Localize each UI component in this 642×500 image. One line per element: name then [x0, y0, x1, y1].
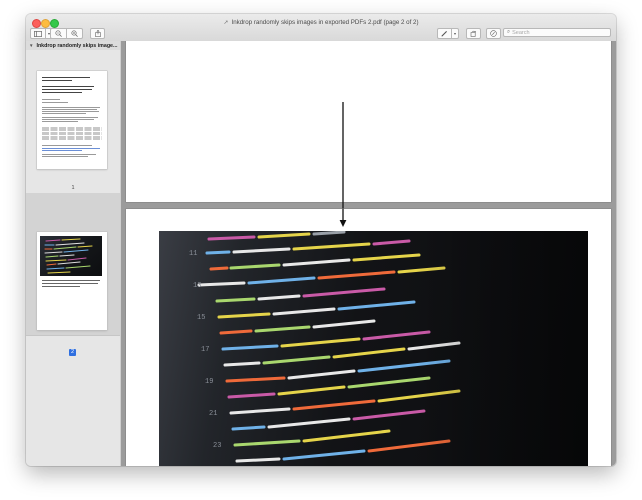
code-photo-thumbnail — [40, 236, 102, 276]
zoom-out-icon — [55, 30, 62, 37]
sidebar-document-title: Inkdrop randomly skips image... — [36, 42, 118, 49]
search-input[interactable] — [512, 28, 603, 37]
preview-window: ➚ Inkdrop randomly skips images in expor… — [26, 14, 616, 466]
zoom-in-icon — [71, 30, 78, 37]
markup-control: ▾ — [437, 28, 459, 39]
rotate-icon — [470, 30, 477, 37]
disclosure-triangle-icon[interactable]: ▼ — [29, 43, 33, 48]
markup-circle-icon — [490, 30, 497, 37]
rotate-button[interactable] — [466, 28, 481, 39]
minimize-window-button[interactable] — [41, 19, 50, 28]
zoom-control — [50, 28, 83, 39]
arrow-head-icon — [339, 209, 347, 227]
page-thumbnail-1[interactable]: 1 — [26, 50, 120, 193]
sidebar-document-header[interactable]: ▼ Inkdrop randomly skips image... — [26, 41, 120, 50]
document-icon: ➚ — [223, 19, 229, 26]
page-number-1: 1 — [71, 185, 75, 191]
page-number-2: 2 — [69, 349, 76, 356]
zoom-out-button[interactable] — [50, 28, 67, 39]
pen-icon — [441, 31, 447, 37]
close-window-button[interactable] — [32, 19, 41, 28]
zoom-window-button[interactable] — [50, 19, 59, 28]
pdf-page-1 — [126, 41, 611, 262]
search-icon: ⌕ — [507, 29, 511, 35]
sidebar-icon — [34, 30, 42, 37]
window-title: Inkdrop randomly skips images in exporte… — [231, 18, 419, 26]
annotate-button[interactable] — [486, 28, 501, 39]
zoom-in-button[interactable] — [67, 28, 83, 39]
share-icon — [94, 30, 101, 37]
search-field[interactable]: ⌕ — [503, 28, 611, 37]
window-title-area: ➚ Inkdrop randomly skips images in expor… — [176, 17, 466, 27]
chevron-down-icon: ▾ — [453, 31, 456, 36]
thumbnail-image — [37, 71, 107, 169]
code-screenshot-image: 111315 171921 23 — [159, 231, 588, 466]
sidebar-toggle-button[interactable] — [30, 28, 46, 39]
document-view[interactable]: 111315 171921 23 — [121, 41, 616, 466]
markup-pen-button[interactable] — [437, 28, 452, 39]
share-button[interactable] — [90, 28, 105, 39]
pdf-page-2: 111315 171921 23 — [126, 209, 611, 466]
thumbnail-sidebar: ▼ Inkdrop randomly skips image... 1 2 — [26, 41, 121, 466]
markup-options-button[interactable]: ▾ — [452, 28, 459, 39]
thumbnail-image — [37, 232, 107, 330]
title-bar: ➚ Inkdrop randomly skips images in expor… — [26, 14, 616, 41]
page-thumbnail-2[interactable]: 2 — [26, 193, 120, 356]
